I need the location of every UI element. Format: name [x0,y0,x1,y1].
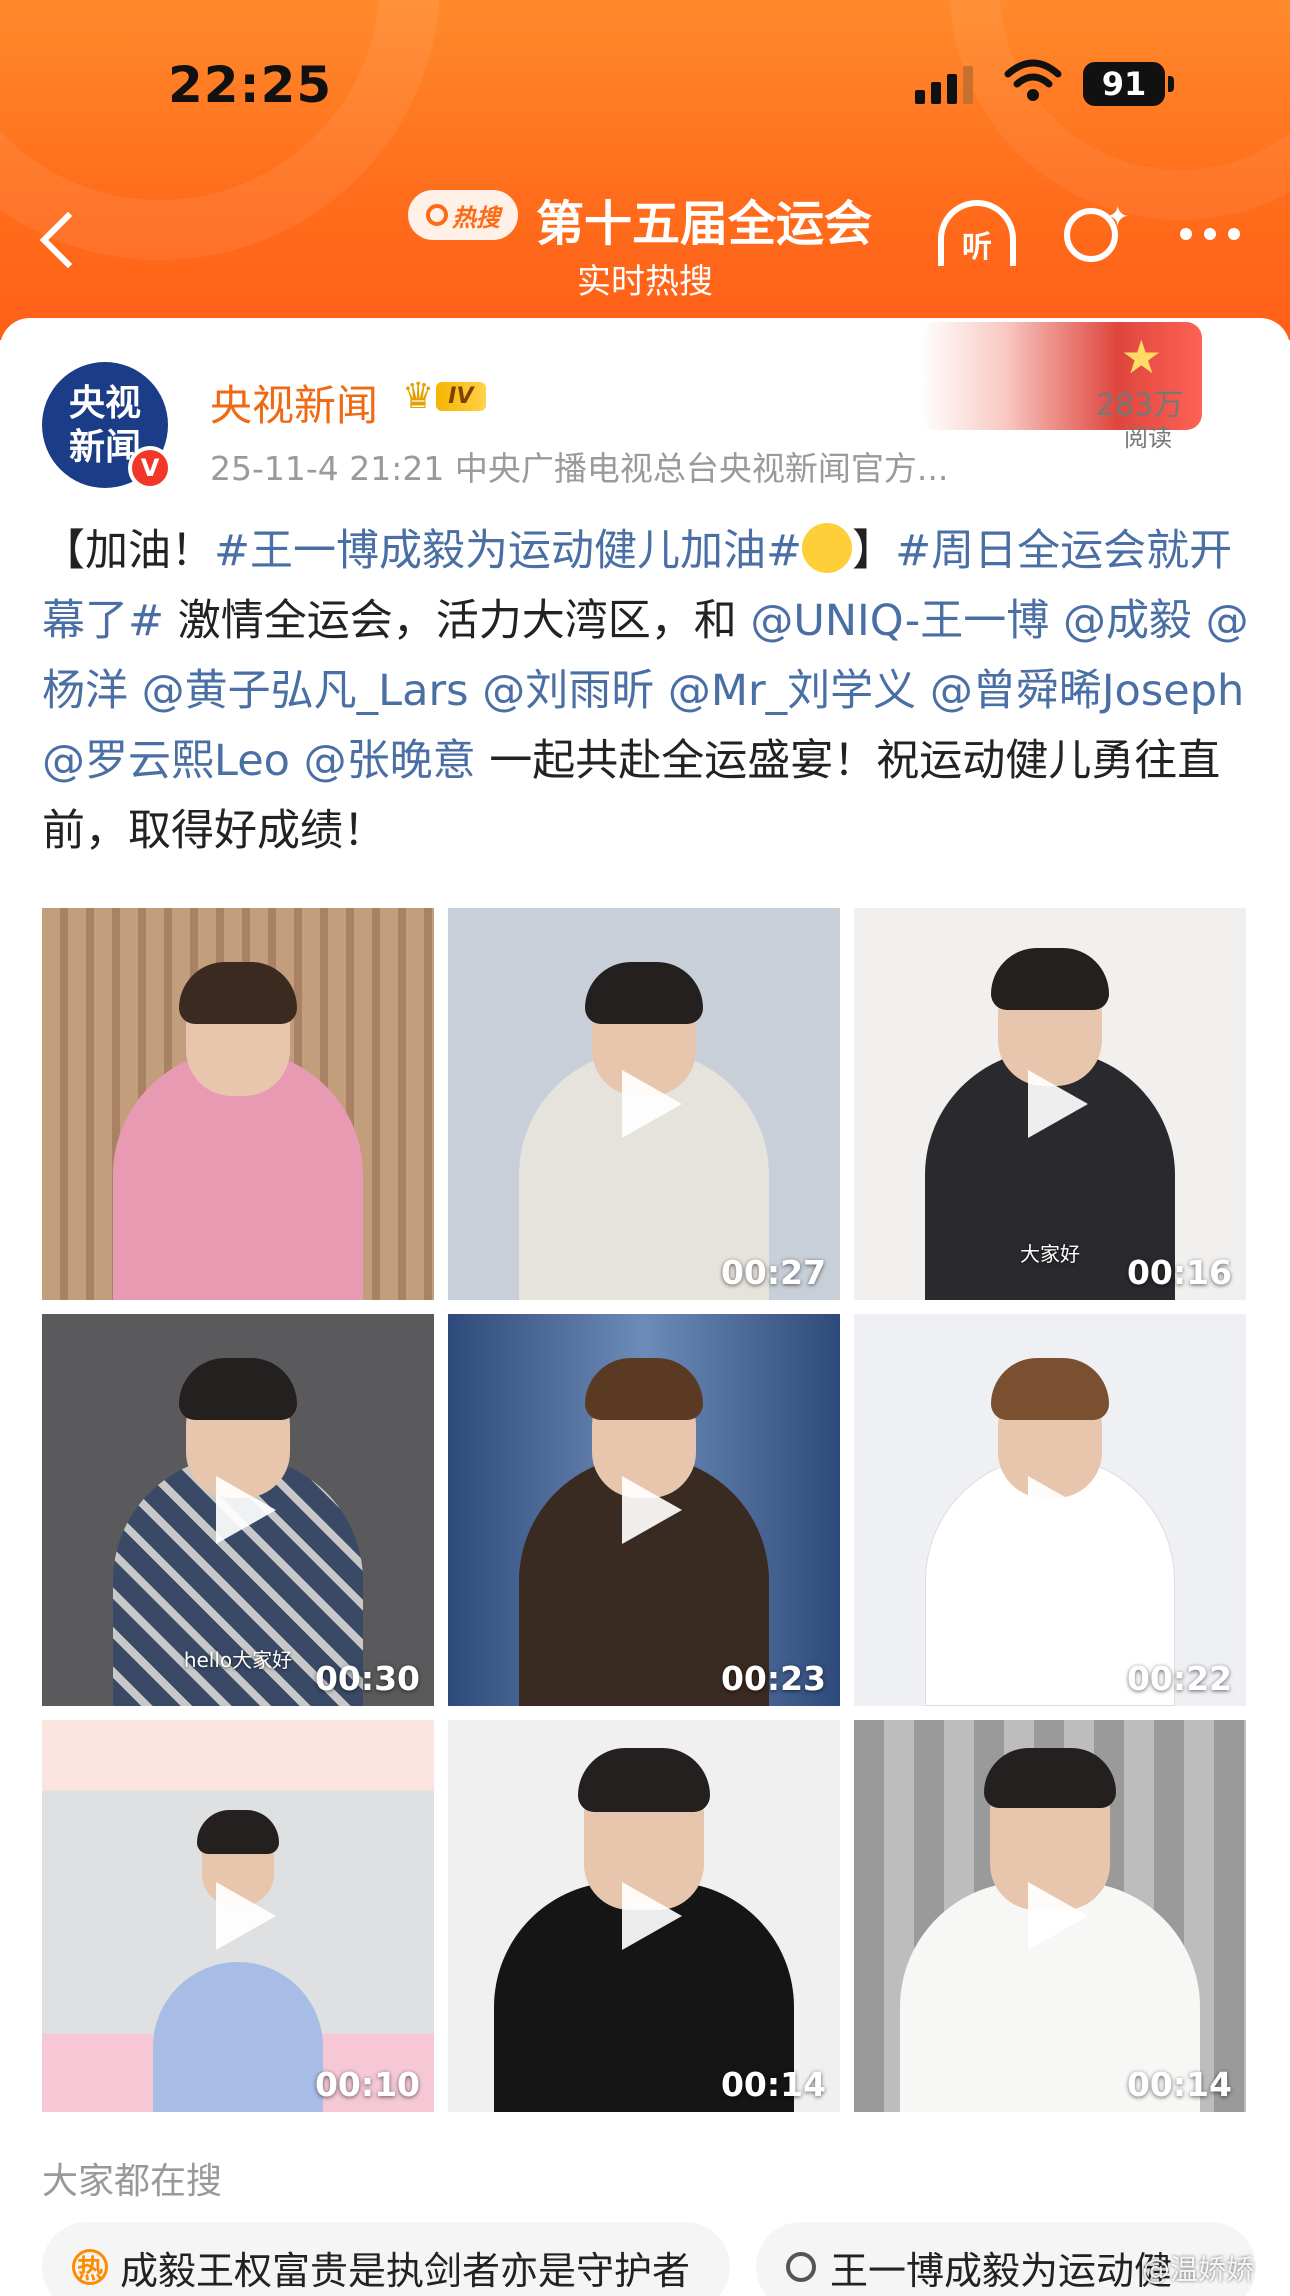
post-text-part: 激情全运会，活力大湾区，和 [164,596,751,646]
search-icon [426,204,448,226]
video-duration: 00:23 [720,1659,826,1698]
watermark: @温娇娇 [1142,2253,1255,2286]
sparkle-icon: ✦ [1106,200,1130,233]
mention-link[interactable]: @曾舜晞Joseph [930,666,1244,716]
video-duration: 00:14 [1126,2065,1232,2104]
dot-icon [1228,228,1240,240]
person-hair [578,1748,710,1812]
post-text: 【加油！#王一博成毅为运动健儿加油# 】#周日全运会就开幕了# 激情全运会，活力大… [42,516,1252,866]
dot-icon [1204,228,1216,240]
hot-icon: 热 [72,2249,108,2285]
video-thumbnail[interactable]: 00:27 [448,908,840,1300]
search-icon [786,2252,816,2282]
mention-link[interactable]: @黄子弘凡_Lars [142,666,469,716]
avatar-text-line1: 央视 [68,383,141,424]
play-icon [216,1882,276,1950]
play-icon [216,1476,276,1544]
video-duration: 00:30 [314,1659,420,1698]
play-icon [622,1070,682,1138]
trending-search-text: 成毅王权富贵是执剑者亦是守护者 [120,2248,691,2293]
video-duration: 00:14 [720,2065,826,2104]
person-hair [984,1748,1116,1808]
person-hair [585,1358,703,1420]
mention-link[interactable]: @成毅 [1063,596,1192,646]
header-decoration [950,0,1290,220]
post-text-part: 【加油！ [42,526,214,576]
hot-search-badge-label: 热搜 [452,203,500,232]
wifi-icon [1004,59,1062,101]
mention-link[interactable]: @罗云熙Leo [42,736,290,786]
video-thumbnail[interactable] [42,908,434,1300]
listen-button[interactable]: 听 [934,196,1020,276]
mention-link[interactable]: @刘雨昕 [482,666,654,716]
mention-link[interactable]: @UNIQ-王一博 [750,596,1049,646]
person-hair [991,1358,1109,1420]
video-duration: 00:22 [1126,1659,1232,1698]
post-meta: 25-11-4 21:21 中央广播电视总台央视新闻官方... [210,449,949,488]
mention-link[interactable]: @张晚意 [304,736,476,786]
page-title: 第十五届全运会 [536,196,873,252]
member-level-badge: ♛ IV [402,374,514,418]
play-icon [1028,1882,1088,1950]
verified-icon: V [128,446,172,490]
person-hair [179,1358,297,1420]
person-hair [179,962,297,1024]
battery-tip [1168,76,1174,92]
more-options-button[interactable] [1180,228,1240,240]
battery-indicator: 91 [1083,62,1165,106]
play-icon [1028,1476,1088,1544]
video-duration: 00:27 [720,1253,826,1292]
play-icon [622,1882,682,1950]
person-hair [585,962,703,1024]
hot-search-badge: 热搜 [408,190,518,240]
video-thumbnail[interactable]: hello大家好 00:30 [42,1314,434,1706]
video-thumbnail[interactable]: 00:22 [854,1314,1246,1706]
video-thumbnail[interactable]: 00:23 [448,1314,840,1706]
crown-icon: ♛ [402,375,435,417]
trending-search-text: 王一博成毅为运动健 [830,2248,1173,2293]
video-thumbnail[interactable]: 00:14 [448,1720,840,2112]
hashtag-link[interactable]: #王一博成毅为运动健儿加油# [214,526,802,576]
post-text-part: 】 [852,526,896,576]
video-duration: 00:10 [314,2065,420,2104]
level-label: IV [436,381,486,411]
play-icon [1028,1070,1088,1138]
ai-search-button[interactable]: ✦ [1062,200,1132,270]
trending-section-label: 大家都在搜 [42,2161,223,2202]
status-time: 22:25 [168,56,333,114]
reads-label: 阅读 [1124,424,1172,452]
video-thumbnail[interactable]: 00:10 [42,1720,434,2112]
video-thumbnail[interactable]: 大家好 00:16 [854,908,1246,1300]
cellular-signal-icon [915,66,973,104]
video-grid: 00:27 大家好 00:16 hello大家好 00:30 00:23 00:… [42,908,1246,2112]
cheer-emoji-icon [802,523,853,573]
video-thumbnail[interactable]: 00:14 [854,1720,1246,2112]
play-icon [622,1476,682,1544]
trending-search-chip[interactable]: 热 成毅王权富贵是执剑者亦是守护者 [42,2222,730,2296]
person-hair [991,948,1109,1010]
listen-label: 听 [962,230,992,265]
dot-icon [1180,228,1192,240]
mention-link[interactable]: @Mr_刘学义 [668,666,916,716]
author-name[interactable]: 央视新闻 [210,372,378,433]
video-duration: 00:16 [1126,1253,1232,1292]
person-hair [197,1810,279,1854]
star-icon: ★ [1120,330,1162,384]
